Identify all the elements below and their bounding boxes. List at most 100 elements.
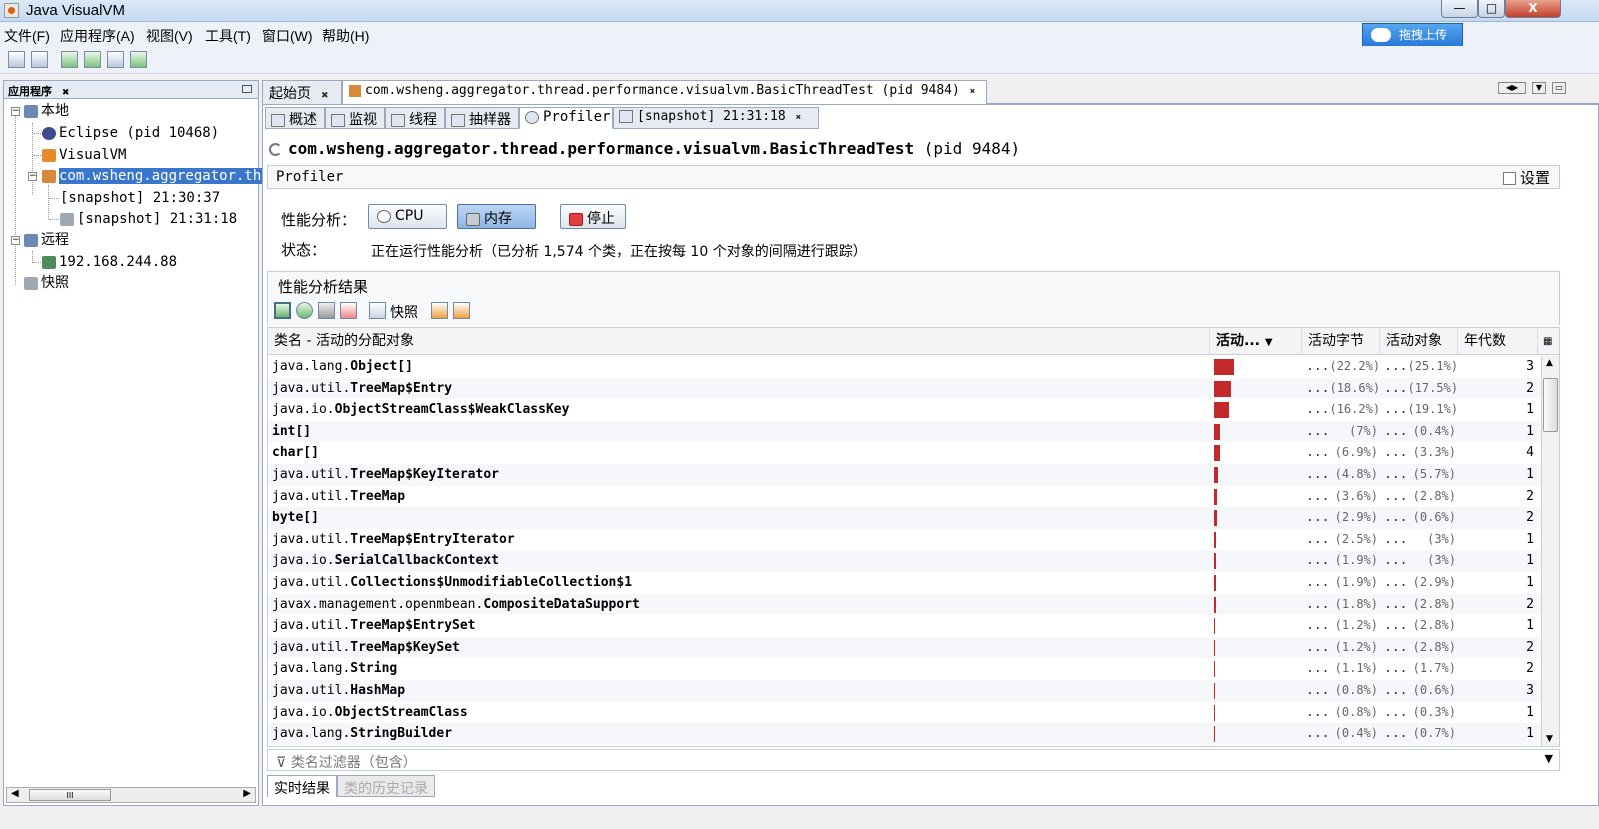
auto-refresh-icon[interactable] — [274, 302, 291, 319]
tab-sampler[interactable]: 抽样器 — [445, 107, 519, 129]
checkbox-icon[interactable] — [1503, 172, 1516, 185]
status-text: 正在运行性能分析（已分析 1,574 个类，正在按每 10 个对象的间隔进行跟踪… — [371, 244, 867, 260]
table-row[interactable]: java.util.HashMap ... (0.8%) ... (0.6%) 3 — [268, 680, 1543, 702]
menu-tools[interactable]: 工具(T) — [205, 26, 251, 46]
export-icon[interactable] — [340, 302, 357, 319]
snapshot-icon[interactable] — [369, 302, 386, 319]
table-row[interactable]: java.util.TreeMap$KeySet ... (1.2%) ... (2.8… — [268, 636, 1543, 659]
tree-snapshot-2[interactable]: [snapshot] 21:31:18 — [60, 209, 237, 229]
memory-button[interactable]: 内存 — [457, 204, 536, 229]
tab-overview[interactable]: 概述 — [265, 107, 325, 129]
maximize-tab-icon[interactable]: ▭ — [1552, 82, 1566, 94]
settings-checkbox[interactable]: 设置 — [1503, 167, 1550, 188]
live-bytes-bar-cell — [1210, 421, 1302, 442]
tree-eclipse[interactable]: Eclipse (pid 10468) — [42, 123, 219, 143]
menu-application[interactable]: 应用程序(A) — [60, 26, 135, 46]
filter-placeholder: 类名过滤器（包含） — [290, 755, 417, 771]
refresh-icon[interactable] — [296, 302, 313, 319]
close-button[interactable]: X — [1505, 0, 1561, 18]
add-remote-icon[interactable] — [84, 51, 101, 68]
menu-file[interactable]: 文件(F) — [4, 26, 50, 46]
close-tab-icon[interactable]: ✖ — [970, 87, 975, 97]
column-chooser-icon[interactable]: ▦ — [1540, 328, 1559, 355]
table-row[interactable]: javax.management.openmbean.CompositeData… — [268, 593, 1543, 616]
scroll-tabs-icon[interactable]: ◀▶ — [1498, 82, 1526, 94]
heap-dump-icon[interactable] — [431, 302, 448, 319]
menu-help[interactable]: 帮助(H) — [322, 26, 369, 46]
table-row[interactable]: java.util.TreeMap ... (3.6%) ... (2.8%) 2 — [268, 486, 1543, 508]
table-row[interactable]: java.io.ObjectStreamClass ... (0.8%) ... (0.… — [268, 702, 1543, 724]
stop-button[interactable]: 停止 — [560, 204, 626, 229]
filter-dropdown-icon[interactable]: ▼ — [1545, 752, 1553, 765]
table-row[interactable]: java.lang.Object[] ... (22.2%) ... (25.1%) 3 — [268, 356, 1543, 378]
table-row[interactable]: java.util.Collections$UnmodifiableCollec… — [268, 572, 1543, 594]
tree-app-selected[interactable]: com.wsheng.aggregator.thr — [42, 166, 270, 186]
tab-app[interactable]: com.wsheng.aggregator.thread.performance… — [342, 80, 987, 104]
table-row[interactable]: java.io.ObjectStreamClass$WeakClassKey..… — [268, 399, 1543, 421]
tree-visualvm[interactable]: VisualVM — [42, 145, 126, 165]
tab-class-history[interactable]: 类的历史记录 — [337, 775, 435, 797]
table-row[interactable]: int[] ... (7%) ... (0.4%) 1 — [268, 420, 1543, 443]
col-live-objects[interactable]: 活动对象 — [1380, 328, 1458, 355]
tab-list-icon[interactable]: ▼ — [1532, 82, 1546, 94]
minimize-button[interactable]: — — [1441, 0, 1478, 18]
table-row[interactable]: java.util.TreeMap$Entry ... (18.6%) ... (17.… — [268, 377, 1543, 400]
menu-view[interactable]: 视图(V) — [146, 26, 193, 46]
tab-start-page[interactable]: 起始页 ✖ — [262, 80, 342, 104]
tree-snapshot-1[interactable]: [snapshot] 21:30:37 — [60, 188, 220, 208]
panel-close-icon[interactable]: ✖ — [62, 88, 70, 98]
table-row[interactable]: java.lang.String ... (1.1%) ... (1.7%) 2 — [268, 658, 1543, 680]
table-row[interactable]: java.util.TreeMap$EntrySet ... (1.2%) ... (2… — [268, 615, 1543, 637]
col-class-name[interactable]: 类名 - 活动的分配对象 — [268, 328, 1210, 355]
upload-button[interactable]: 拖拽上传 — [1362, 23, 1463, 47]
tree-remote[interactable]: 远程 — [24, 230, 69, 250]
panel-minimize-icon[interactable] — [242, 85, 252, 93]
horizontal-scrollbar[interactable]: ◀ III ▶ — [6, 787, 256, 803]
close-tab-icon[interactable]: ✖ — [796, 113, 801, 123]
col-generations[interactable]: 年代数 — [1458, 328, 1538, 355]
heap-dump-icon[interactable] — [130, 51, 147, 68]
snapshot-icon[interactable] — [107, 51, 124, 68]
expand-app-toggle[interactable]: − — [28, 172, 37, 181]
tab-threads[interactable]: 线程 — [385, 107, 445, 129]
live-bytes-bar — [1214, 553, 1216, 570]
scroll-down-icon[interactable]: ▼ — [1546, 734, 1553, 744]
vertical-scrollbar[interactable]: ▲ ▼ — [1541, 356, 1559, 746]
table-row[interactable]: java.io.SerialCallbackContext ... (1.9%)..… — [268, 550, 1543, 572]
add-jmx-icon[interactable] — [61, 51, 78, 68]
tree-remote-host[interactable]: 192.168.244.88 — [42, 252, 177, 272]
live-objects-cell: ... (0.4%) — [1384, 423, 1456, 439]
tab-profiler[interactable]: Profiler — [519, 107, 613, 129]
col-live-bytes-bar[interactable]: 活动... ▼ — [1210, 328, 1302, 355]
scroll-right-icon[interactable]: ▶ — [243, 788, 251, 799]
tab-monitor[interactable]: 监视 — [325, 107, 385, 129]
scroll-thumb[interactable]: III — [29, 789, 111, 801]
menu-window[interactable]: 窗口(W) — [262, 26, 313, 46]
snapshot-label[interactable]: 快照 — [390, 302, 418, 322]
col-live-bytes[interactable]: 活动字节 — [1302, 328, 1380, 355]
table-row[interactable]: byte[] ... (2.9%) ... (0.6%) 2 — [268, 507, 1543, 529]
close-tab-icon[interactable]: ✖ — [321, 91, 329, 101]
class-filter-field[interactable]: ⊽ 类名过滤器（包含） ▼ — [267, 749, 1560, 771]
scroll-thumb[interactable] — [1543, 378, 1558, 432]
maximize-button[interactable]: □ — [1478, 0, 1505, 18]
table-row[interactable]: char[] ... (6.9%) ... (3.3%) 4 — [268, 442, 1543, 464]
tab-live-results[interactable]: 实时结果 — [267, 775, 337, 797]
profiler-view: 概述 监视 线程 抽样器 Profiler [snapshot] 21:31:1… — [262, 104, 1599, 806]
scroll-left-icon[interactable]: ◀ — [11, 788, 19, 799]
table-row[interactable]: java.util.TreeMap$KeyIterator ... (4.8%)..… — [268, 464, 1543, 486]
tree-local[interactable]: 本地 — [24, 101, 69, 121]
save-image-icon[interactable] — [453, 302, 470, 319]
tab-snapshot[interactable]: [snapshot] 21:31:18 ✖ — [613, 107, 819, 129]
table-row[interactable]: java.lang.StringBuilder ... (0.4%) ... (0.7%… — [268, 723, 1543, 745]
table-row[interactable]: java.util.TreeMap$EntryIterator ... (2.5%)… — [268, 529, 1543, 551]
snapshots-icon — [24, 276, 38, 290]
delete-icon[interactable] — [318, 302, 335, 319]
expand-local-toggle[interactable]: − — [11, 107, 20, 116]
tree-snapshots[interactable]: 快照 — [24, 273, 69, 293]
cpu-button[interactable]: CPU — [368, 204, 447, 229]
open-icon[interactable] — [8, 51, 25, 68]
save-icon[interactable] — [31, 51, 48, 68]
expand-remote-toggle[interactable]: − — [11, 236, 20, 245]
scroll-up-icon[interactable]: ▲ — [1546, 358, 1553, 368]
